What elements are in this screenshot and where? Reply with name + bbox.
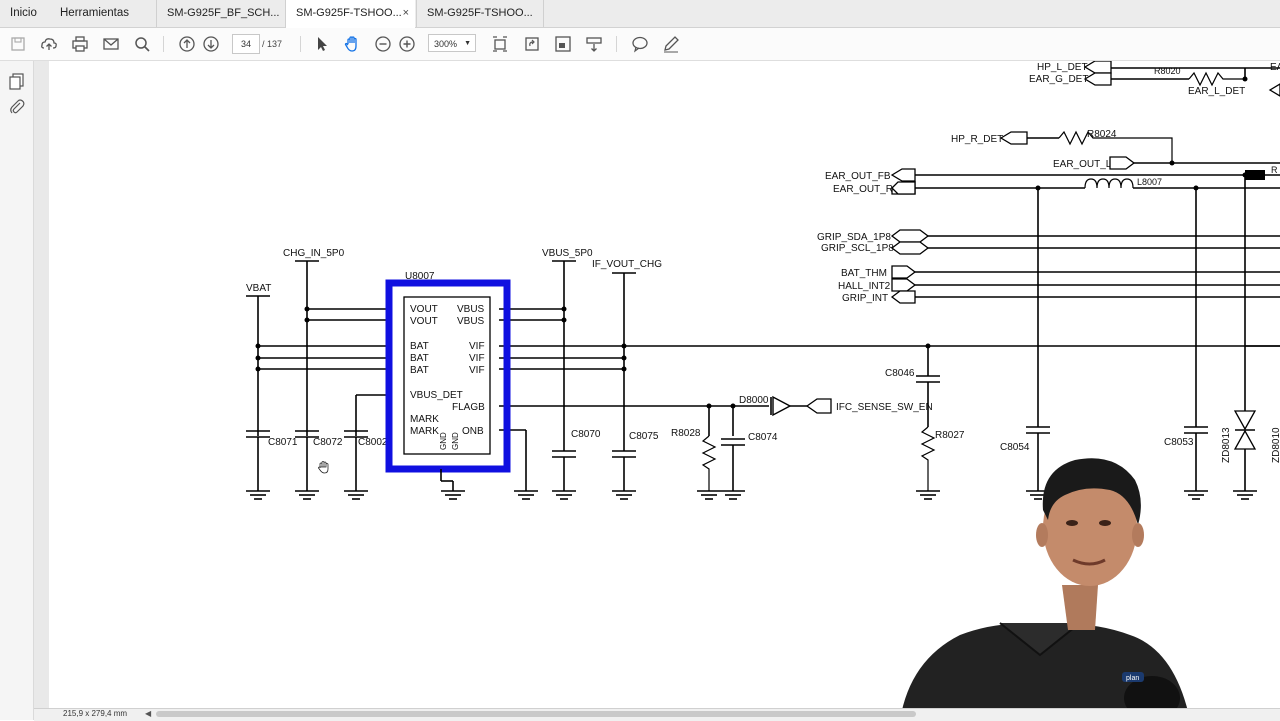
- webcam-logo-text: plan: [1126, 675, 1139, 682]
- cap-c8074: C8074: [748, 432, 778, 443]
- net-label-ear-l-det: EAR_L_DET: [1188, 86, 1245, 97]
- net-label-ear-out-r: EAR_OUT_R: [833, 184, 893, 195]
- zener-zd8010: ZD8010: [1271, 427, 1280, 463]
- toolbar-divider: [300, 36, 301, 52]
- net-label-if-vout-chg: IF_VOUT_CHG: [592, 259, 662, 270]
- chip-pin-right: VBUS: [457, 316, 485, 327]
- res-r8028: R8028: [671, 428, 701, 439]
- diode-d8000: D8000: [739, 395, 769, 406]
- zoom-value: 300%: [434, 39, 458, 49]
- chip-pin-left: VOUT: [410, 316, 438, 327]
- net-label-grip-scl: GRIP_SCL_1P8: [821, 243, 894, 254]
- attachment-icon[interactable]: [8, 98, 26, 116]
- net-label-grip-sda: GRIP_SDA_1P8: [817, 232, 891, 243]
- email-icon[interactable]: [101, 34, 121, 54]
- chip-pin-right: VIF: [469, 365, 485, 376]
- chip-pin-bottom: GND: [451, 432, 460, 450]
- net-label-ear-out-l: EAR_OUT_L: [1053, 159, 1112, 170]
- toolbar: 34 / 137 300% ▼: [0, 28, 1280, 61]
- search-icon[interactable]: [132, 34, 152, 54]
- full-screen-icon[interactable]: [553, 34, 573, 54]
- chip-pin-left: BAT: [410, 341, 429, 352]
- chip-pin-right: FLAGB: [452, 402, 485, 413]
- inductor-l8007: L8007: [1137, 177, 1162, 187]
- cap-c8070: C8070: [571, 429, 601, 440]
- net-label-r-fragment: R: [1271, 165, 1278, 175]
- page-number-input[interactable]: 34: [232, 34, 260, 54]
- zener-zd8013: ZD8013: [1221, 427, 1232, 463]
- net-label-vbus-5p0: VBUS_5P0: [542, 248, 593, 259]
- tab-document-1[interactable]: SM-G925F_BF_SCH...: [156, 0, 284, 27]
- net-label-grip-int: GRIP_INT: [842, 293, 888, 304]
- print-icon[interactable]: [70, 34, 90, 54]
- tab-document-3[interactable]: SM-G925F-TSHOO...: [416, 0, 544, 27]
- page-up-icon[interactable]: [177, 34, 197, 54]
- cap-c8046: C8046: [885, 368, 915, 379]
- cap-c8071: C8071: [268, 437, 298, 448]
- chip-pin-right: ONB: [462, 426, 484, 437]
- net-label-vbat: VBAT: [246, 283, 271, 294]
- chip-pin-left: VBUS_DET: [410, 390, 463, 401]
- net-label-hp-r-det: HP_R_DET: [951, 134, 1003, 145]
- zoom-in-icon[interactable]: [397, 34, 417, 54]
- chip-pin-left: VOUT: [410, 304, 438, 315]
- close-tab-icon[interactable]: ×: [403, 0, 409, 27]
- net-label-chg-in: CHG_IN_5P0: [283, 248, 345, 259]
- chip-pin-bottom: GND: [439, 432, 448, 450]
- net-label-ear-g-det: EAR_G_DET: [1029, 74, 1088, 85]
- fit-width-icon[interactable]: [490, 34, 510, 54]
- chip-pin-right: VBUS: [457, 304, 485, 315]
- hand-tool-icon[interactable]: [342, 34, 362, 54]
- res-r8020: R8020: [1154, 66, 1181, 76]
- hand-cursor-icon: [318, 461, 329, 474]
- pen-icon[interactable]: [661, 34, 681, 54]
- cap-c8002: C8002: [358, 437, 388, 448]
- zoom-out-icon[interactable]: [373, 34, 393, 54]
- chip-pin-left: BAT: [410, 365, 429, 376]
- ferrite-bead: [1245, 170, 1265, 180]
- chip-pin-right: VIF: [469, 353, 485, 364]
- cloud-upload-icon[interactable]: [39, 34, 59, 54]
- cap-c8072: C8072: [313, 437, 343, 448]
- net-label-hall-int2: HALL_INT2: [838, 281, 891, 292]
- left-nav-panel: [0, 61, 34, 720]
- net-label-ifc-sense: IFC_SENSE_SW_EN: [836, 402, 933, 413]
- select-arrow-icon[interactable]: [312, 34, 332, 54]
- zoom-select[interactable]: 300% ▼: [428, 34, 476, 52]
- presenter-webcam: plan: [900, 458, 1190, 720]
- toolbar-divider: [616, 36, 617, 52]
- net-label-ear-out-fb: EAR_OUT_FB: [825, 171, 891, 182]
- tab-tools[interactable]: Herramientas: [50, 0, 154, 27]
- page-down-icon[interactable]: [201, 34, 221, 54]
- tab-document-3-label: SM-G925F-TSHOO...: [427, 7, 533, 19]
- chevron-down-icon: ▼: [464, 40, 471, 47]
- save-icon[interactable]: [8, 34, 28, 54]
- tab-document-2[interactable]: SM-G925F-TSHOO... ×: [285, 0, 415, 28]
- net-label-bat-thm: BAT_THM: [841, 268, 887, 279]
- chip-pin-left: BAT: [410, 353, 429, 364]
- tab-home[interactable]: Inicio: [0, 0, 52, 27]
- net-label-hp-l-det: HP_L_DET: [1037, 62, 1088, 73]
- res-r8024: R8024: [1087, 129, 1117, 140]
- chip-pin-left: MARK: [410, 414, 439, 425]
- chip-pin-left: MARK: [410, 426, 439, 437]
- chip-pin-right: VIF: [469, 341, 485, 352]
- page-size: 215,9 x 279,4 mm: [63, 709, 128, 718]
- page-total: / 137: [262, 39, 283, 49]
- net-label-ea-fragment: EA: [1270, 62, 1280, 73]
- rotate-icon[interactable]: [522, 34, 542, 54]
- toolbar-divider: [163, 36, 164, 52]
- tab-document-1-label: SM-G925F_BF_SCH...: [167, 7, 280, 19]
- pages-icon[interactable]: [8, 72, 26, 90]
- comment-icon[interactable]: [630, 34, 650, 54]
- horizontal-scrollbar[interactable]: [156, 711, 916, 717]
- tab-bar: Inicio Herramientas SM-G925F_BF_SCH... S…: [0, 0, 1280, 28]
- cap-c8075: C8075: [629, 431, 659, 442]
- scroll-left-icon[interactable]: ◀: [145, 708, 151, 720]
- tab-document-2-label: SM-G925F-TSHOO...: [296, 7, 402, 19]
- scroll-mode-icon[interactable]: [584, 34, 604, 54]
